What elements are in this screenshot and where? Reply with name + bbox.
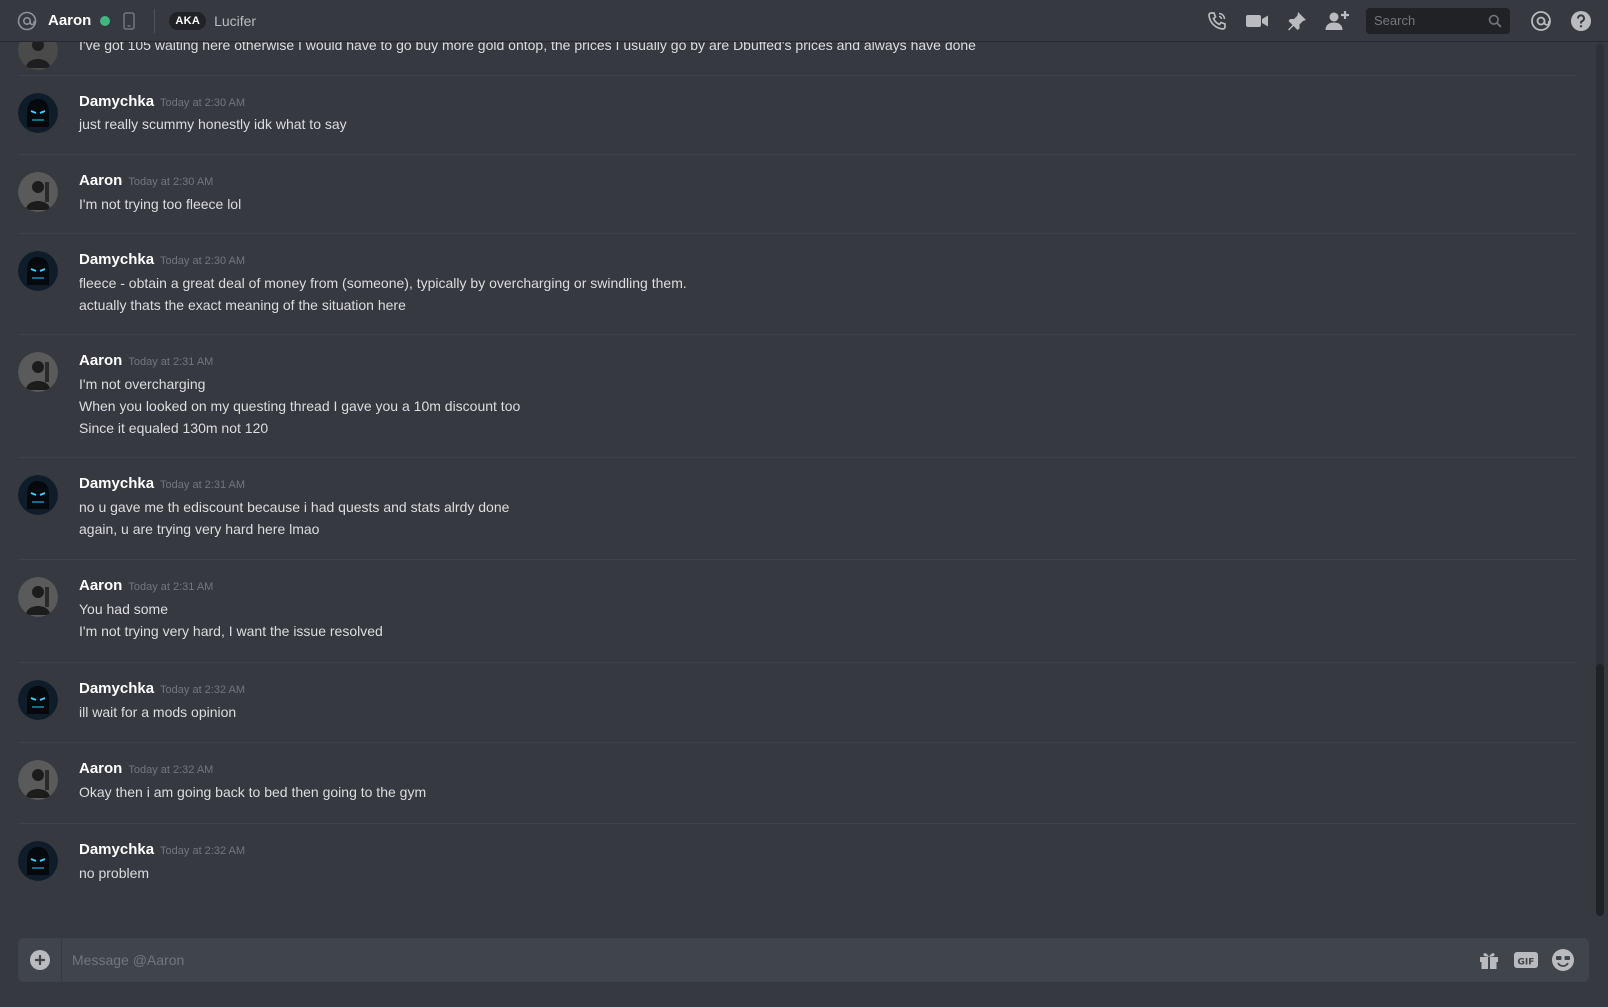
add-friend-icon[interactable] bbox=[1324, 8, 1350, 34]
mobile-icon bbox=[122, 11, 136, 31]
message-group: I've got 105 waiting here otherwise I wo… bbox=[18, 42, 1576, 75]
author-name[interactable]: Damychka bbox=[79, 680, 154, 697]
message-content: I've got 105 waiting here otherwise I wo… bbox=[79, 42, 976, 53]
avatar[interactable] bbox=[18, 680, 58, 720]
search-bar[interactable] bbox=[1366, 7, 1510, 34]
message-scrollbar[interactable] bbox=[1596, 44, 1604, 916]
message-header: Damychka Today at 2:30 AM bbox=[79, 251, 245, 268]
at-icon bbox=[16, 10, 38, 32]
call-icon[interactable] bbox=[1204, 8, 1230, 34]
message-content: no problem bbox=[79, 865, 150, 881]
message-header: Aaron Today at 2:30 AM bbox=[79, 172, 213, 189]
add-attachment-icon bbox=[29, 949, 51, 971]
message-group: Aaron Today at 2:32 AM Okay then i am go… bbox=[18, 742, 1576, 823]
message-timestamp: Today at 2:30 AM bbox=[128, 176, 214, 188]
message-content: I'm not trying very hard, I want the iss… bbox=[79, 623, 383, 639]
avatar[interactable] bbox=[18, 841, 58, 881]
author-name[interactable]: Damychka bbox=[79, 475, 154, 492]
message-header: Aaron Today at 2:31 AM bbox=[79, 352, 213, 369]
message-group: Damychka Today at 2:32 AM ill wait for a… bbox=[18, 662, 1576, 742]
avatar[interactable] bbox=[18, 475, 58, 515]
author-name[interactable]: Damychka bbox=[79, 841, 154, 858]
message-timestamp: Today at 2:30 AM bbox=[160, 97, 246, 109]
header-left: Aaron AKA Lucifer bbox=[16, 8, 257, 33]
message-header: Damychka Today at 2:30 AM bbox=[79, 93, 245, 110]
message-timestamp: Today at 2:30 AM bbox=[160, 255, 246, 267]
message-header: Damychka Today at 2:31 AM bbox=[79, 475, 245, 492]
help-icon[interactable] bbox=[1568, 8, 1594, 34]
author-name[interactable]: Aaron bbox=[79, 172, 122, 189]
video-icon[interactable] bbox=[1244, 8, 1270, 34]
message-group: Damychka Today at 2:30 AM just really sc… bbox=[18, 75, 1576, 154]
online-status-indicator bbox=[100, 15, 111, 26]
message-group: Damychka Today at 2:32 AM no problem bbox=[18, 823, 1576, 904]
message-header: Aaron Today at 2:32 AM bbox=[79, 760, 213, 777]
author-name[interactable]: Aaron bbox=[79, 577, 122, 594]
message-content: actually thats the exact meaning of the … bbox=[79, 297, 406, 313]
message-content: just really scummy honestly idk what to … bbox=[79, 116, 347, 132]
author-name[interactable]: Damychka bbox=[79, 93, 154, 110]
message-input[interactable] bbox=[72, 952, 1475, 968]
author-name[interactable]: Aaron bbox=[79, 760, 122, 777]
message-timestamp: Today at 2:32 AM bbox=[160, 684, 246, 696]
author-name[interactable]: Aaron bbox=[79, 352, 122, 369]
message-timestamp: Today at 2:32 AM bbox=[128, 764, 214, 776]
channel-header: Aaron AKA Lucifer bbox=[0, 0, 1608, 42]
message-content: no u gave me th ediscount because i had … bbox=[79, 499, 510, 515]
message-header: Damychka Today at 2:32 AM bbox=[79, 841, 245, 858]
message-group: Damychka Today at 2:30 AM fleece - obtai… bbox=[18, 233, 1576, 334]
avatar[interactable] bbox=[18, 352, 58, 392]
message-list[interactable]: I've got 105 waiting here otherwise I wo… bbox=[0, 42, 1594, 922]
mentions-icon[interactable] bbox=[1528, 8, 1554, 34]
message-group: Aaron Today at 2:30 AM I'm not trying to… bbox=[18, 154, 1576, 233]
message-timestamp: Today at 2:32 AM bbox=[160, 845, 246, 857]
message-content: You had some bbox=[79, 601, 168, 617]
avatar[interactable] bbox=[18, 172, 58, 212]
message-content: When you looked on my questing thread I … bbox=[79, 398, 521, 414]
pin-icon[interactable] bbox=[1284, 8, 1310, 34]
aka-nickname: Lucifer bbox=[214, 12, 257, 29]
message-timestamp: Today at 2:31 AM bbox=[128, 581, 214, 593]
avatar[interactable] bbox=[18, 93, 58, 133]
message-timestamp: Today at 2:31 AM bbox=[128, 356, 214, 368]
message-content: I'm not trying too fleece lol bbox=[79, 196, 242, 212]
message-content: Since it equaled 130m not 120 bbox=[79, 420, 269, 436]
message-header: Aaron Today at 2:31 AM bbox=[79, 577, 213, 594]
gift-icon[interactable] bbox=[1475, 946, 1503, 974]
message-group: Damychka Today at 2:31 AM no u gave me t… bbox=[18, 457, 1576, 559]
message-content: again, u are trying very hard here lmao bbox=[79, 521, 320, 537]
message-group: Aaron Today at 2:31 AM I'm not overcharg… bbox=[18, 334, 1576, 457]
gif-icon[interactable]: GIF bbox=[1512, 946, 1540, 974]
message-timestamp: Today at 2:31 AM bbox=[160, 479, 246, 491]
emoji-icon[interactable] bbox=[1549, 946, 1577, 974]
header-toolbar bbox=[1190, 7, 1594, 34]
message-group: Aaron Today at 2:31 AM You had some I'm … bbox=[18, 559, 1576, 662]
header-divider bbox=[154, 8, 156, 33]
message-content: ill wait for a mods opinion bbox=[79, 704, 237, 720]
message-content: I'm not overcharging bbox=[79, 376, 206, 392]
aka-badge: AKA bbox=[169, 11, 207, 30]
add-attachment-button[interactable] bbox=[18, 938, 62, 982]
message-content: fleece - obtain a great deal of money fr… bbox=[79, 275, 687, 291]
search-input[interactable] bbox=[1374, 13, 1484, 28]
message-content: Okay then i am going back to bed then go… bbox=[79, 784, 427, 800]
author-name[interactable]: Damychka bbox=[79, 251, 154, 268]
dm-recipient-name[interactable]: Aaron bbox=[48, 12, 91, 29]
avatar[interactable] bbox=[18, 760, 58, 800]
message-header: Damychka Today at 2:32 AM bbox=[79, 680, 245, 697]
avatar[interactable] bbox=[18, 577, 58, 617]
avatar[interactable] bbox=[18, 251, 58, 291]
avatar[interactable] bbox=[18, 42, 58, 70]
svg-text:GIF: GIF bbox=[1518, 958, 1535, 968]
search-icon bbox=[1488, 14, 1502, 28]
message-composer[interactable]: GIF bbox=[18, 938, 1589, 982]
scrollbar-thumb[interactable] bbox=[1596, 664, 1604, 916]
